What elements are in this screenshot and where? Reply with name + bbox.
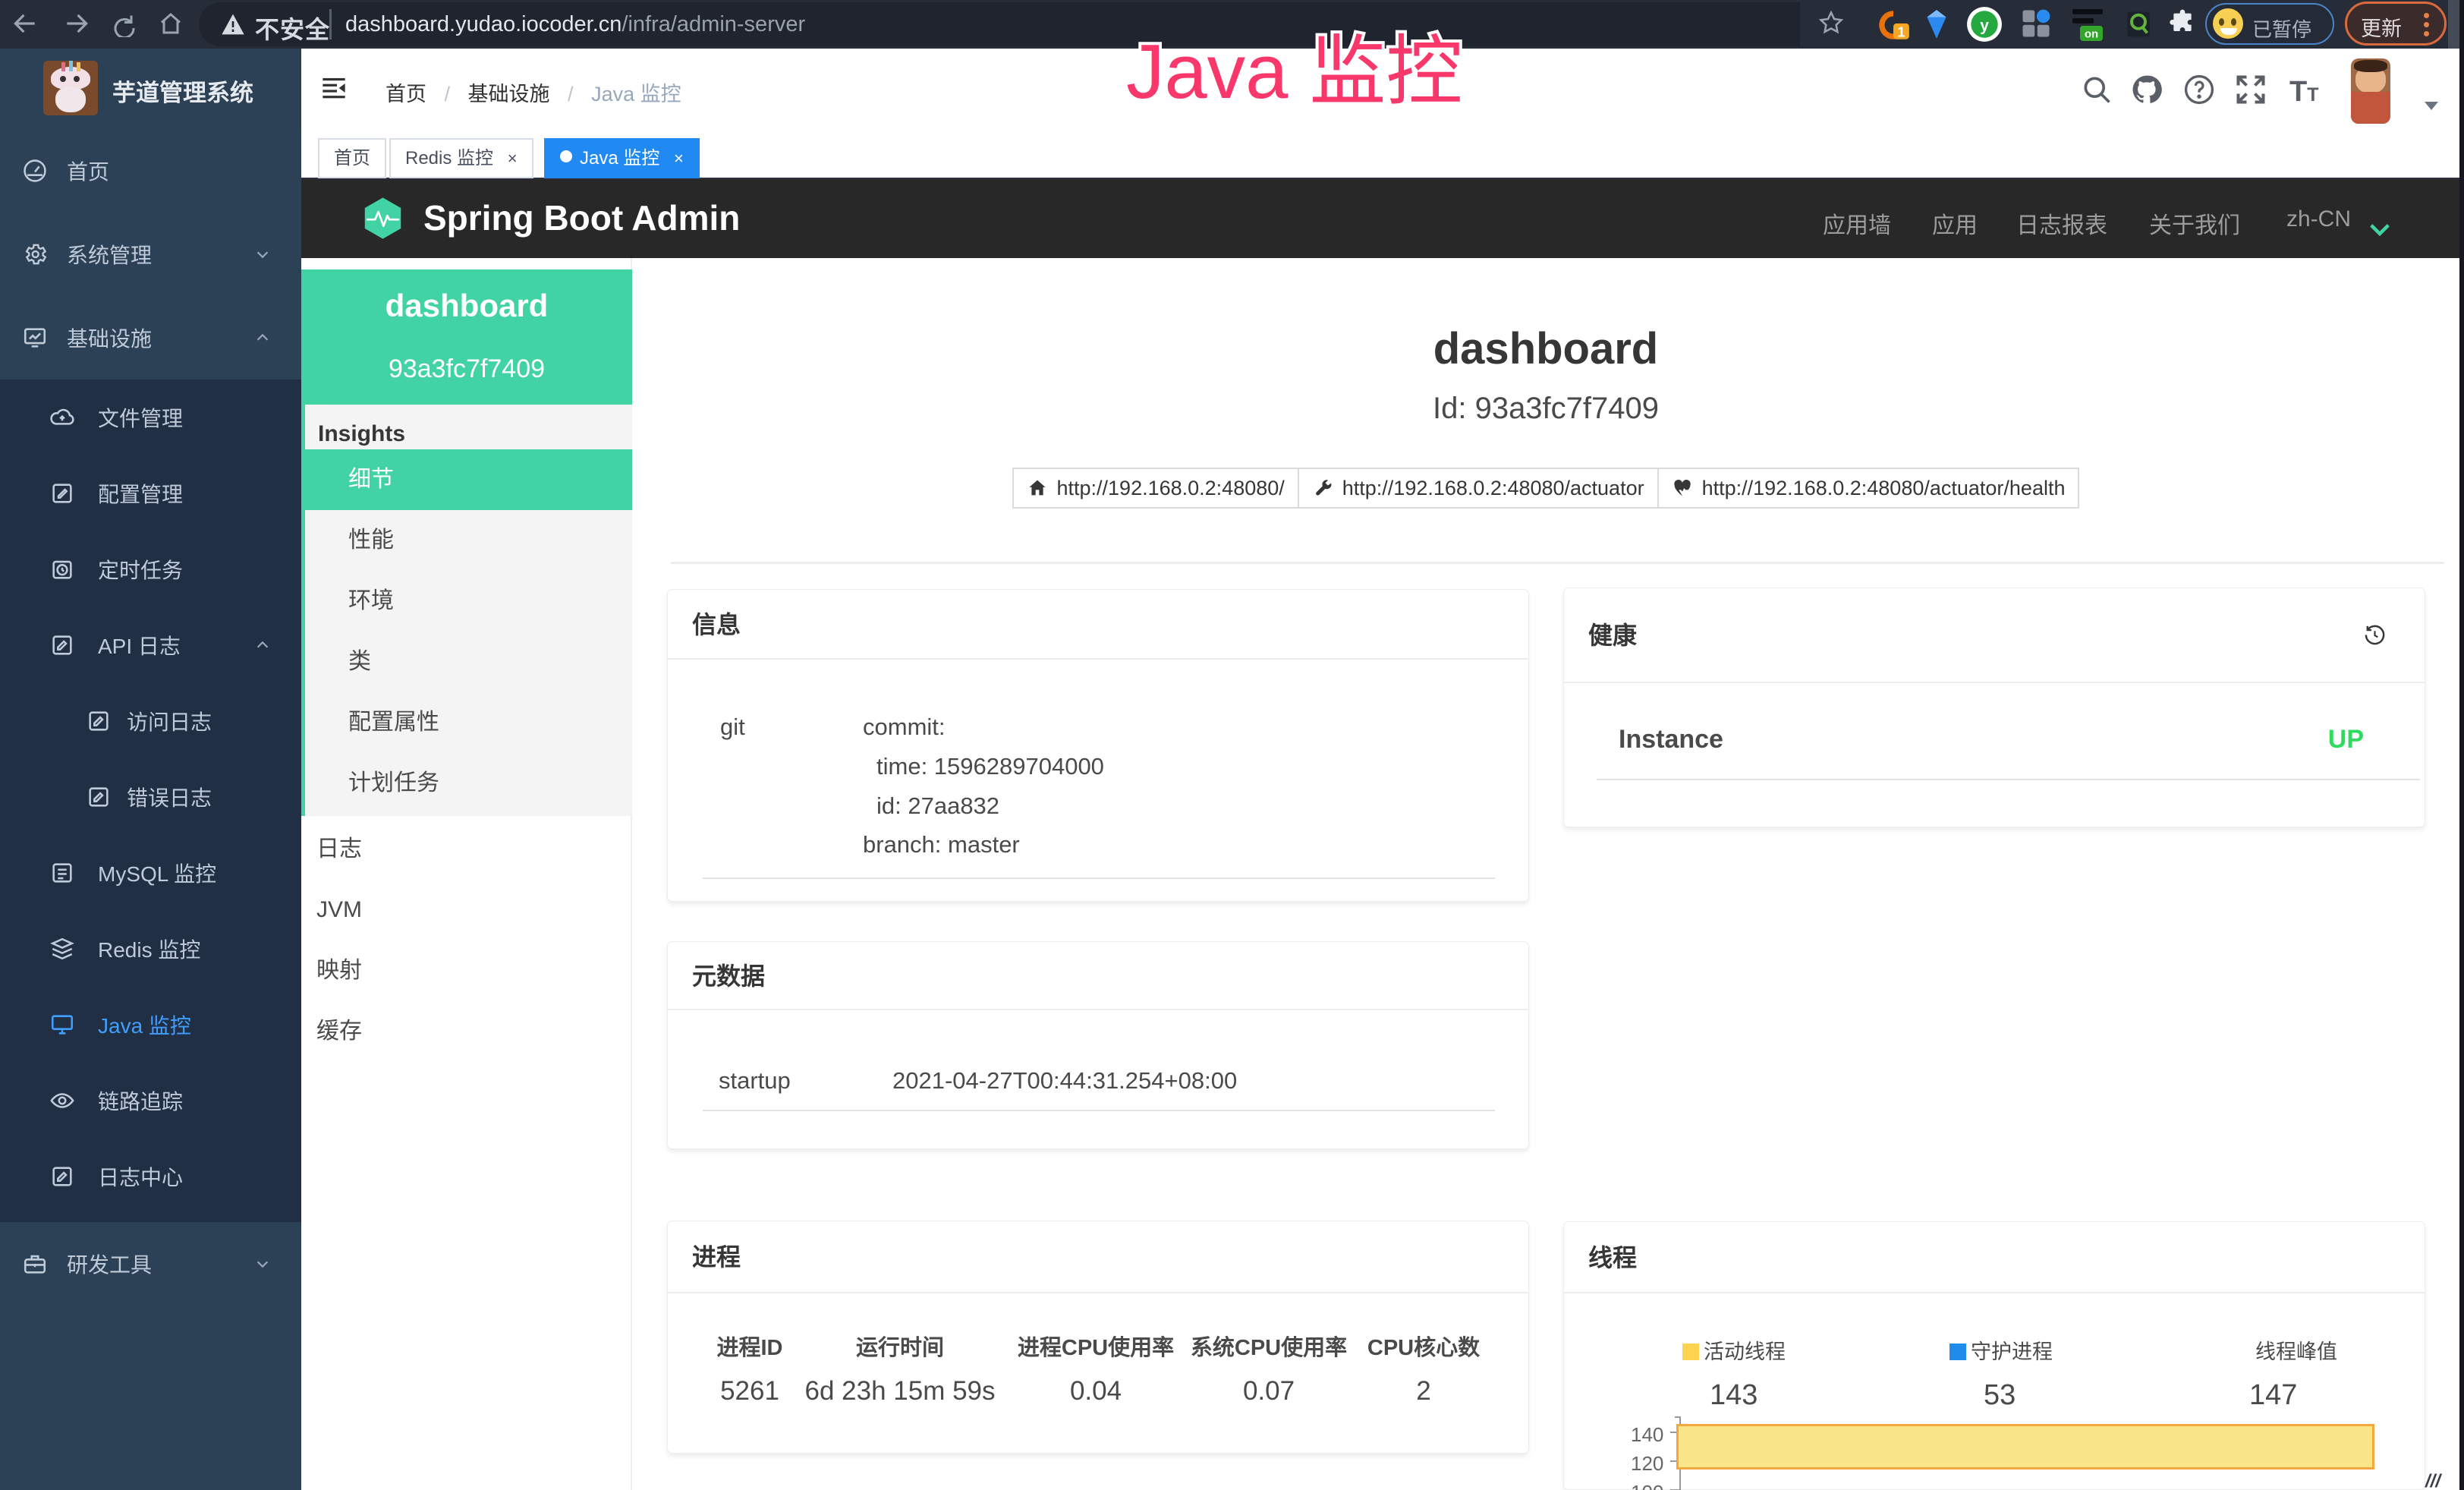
svg-text:y: y	[1980, 17, 1989, 34]
svg-text:on: on	[2085, 28, 2098, 41]
svg-text:1: 1	[1897, 24, 1905, 40]
